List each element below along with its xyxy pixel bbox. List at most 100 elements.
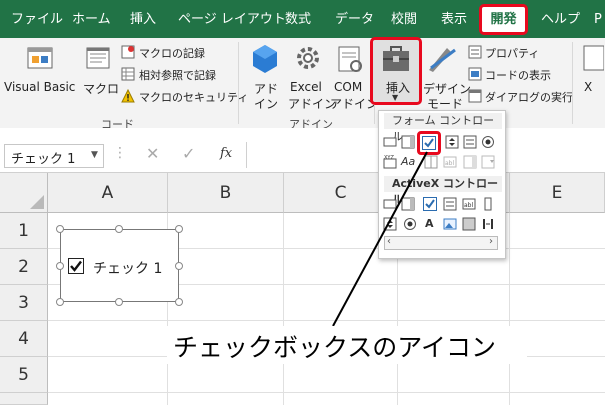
column-header-a[interactable]: A (48, 173, 168, 213)
ribbon-partial-label: X (584, 80, 593, 94)
activex-combobox-icon[interactable] (401, 197, 415, 211)
form-label-icon[interactable]: Aa (401, 155, 415, 168)
activex-button-icon[interactable] (383, 197, 397, 211)
activex-spinner-icon[interactable] (383, 217, 397, 231)
run-dialog-label: ダイアログの実行 (485, 91, 573, 104)
name-box-value: チェック 1 (11, 152, 76, 167)
column-header-b[interactable]: B (168, 173, 284, 213)
activex-scrollbar-icon[interactable] (481, 197, 495, 211)
row-header-6[interactable] (0, 393, 48, 405)
form-listbox-icon[interactable] (463, 135, 477, 149)
resize-handle[interactable] (115, 298, 123, 306)
macro-security-button[interactable]: マクロのセキュリティ (121, 88, 248, 104)
annotation-label-bg: チェックボックスのアイコン (167, 326, 527, 364)
view-code-icon (468, 67, 482, 81)
tab-review[interactable]: 校閲 (391, 0, 417, 38)
fx-icon[interactable]: fx (220, 146, 232, 161)
checkbox-control[interactable]: チェック 1 (68, 257, 168, 277)
visual-basic-button[interactable]: Visual Basic (4, 42, 76, 98)
com-addins-button[interactable]: COM アドイン (330, 42, 378, 111)
view-code-button[interactable]: コードの表示 (468, 66, 564, 82)
excel-addins-label-2: アドイン (288, 97, 337, 111)
insert-controls-button[interactable]: 挿入 ▼ (370, 37, 422, 105)
form-option-button-icon[interactable] (481, 135, 495, 149)
tab-file[interactable]: ファイル (11, 0, 63, 38)
svg-text:abl: abl (464, 202, 473, 209)
menu-bar: ファイル ホーム 挿入 ページ レイアウト 数式 データ 校閲 表示 開発 ヘル… (0, 0, 605, 38)
tab-data[interactable]: データ (335, 0, 374, 38)
activex-more-controls-icon[interactable] (481, 217, 495, 231)
row-header-5[interactable]: 5 (0, 357, 48, 393)
resize-handle[interactable] (175, 262, 183, 270)
tab-home[interactable]: ホーム (72, 0, 111, 38)
resize-handle[interactable] (56, 262, 64, 270)
form-combobox-icon[interactable] (401, 135, 415, 149)
properties-button[interactable]: プロパティ (468, 44, 564, 60)
run-dialog-button[interactable]: ダイアログの実行 (468, 88, 573, 104)
tab-formulas[interactable]: 数式 (285, 0, 311, 38)
design-mode-button[interactable]: デザイン モード (423, 42, 471, 111)
column-header-e[interactable]: E (510, 173, 605, 213)
tab-page-layout[interactable]: ページ レイアウト (178, 0, 286, 38)
activex-listbox-icon[interactable] (443, 197, 457, 211)
record-macro-button[interactable]: マクロの記録 (121, 44, 231, 60)
row-header-2[interactable]: 2 (0, 249, 48, 285)
row-header-1[interactable]: 1 (0, 213, 48, 249)
addins-button[interactable]: アド イン (248, 42, 282, 111)
form-combo-dropdown-icon[interactable] (481, 155, 495, 169)
enter-icon[interactable]: ✓ (182, 144, 195, 163)
scroll-left-icon[interactable]: ‹ (387, 236, 391, 247)
form-spinner-icon[interactable] (445, 135, 459, 149)
tab-insert[interactable]: 挿入 (130, 0, 156, 38)
ribbon-partial-button[interactable]: X (580, 42, 604, 102)
tab-developer[interactable]: 開発 (479, 4, 528, 35)
resize-handle[interactable] (115, 225, 123, 233)
form-scrollbar-icon[interactable] (424, 155, 438, 169)
activex-option-button-icon[interactable] (403, 217, 417, 231)
grid-line (283, 213, 284, 405)
row-header-3[interactable]: 3 (0, 285, 48, 321)
name-box-dropdown-icon[interactable]: ▼ (91, 150, 98, 160)
excel-addins-button[interactable]: Excel アドイン (288, 42, 336, 111)
formula-input[interactable] (250, 144, 376, 168)
activex-label-icon[interactable]: A (425, 217, 434, 230)
form-combo-list-icon[interactable] (463, 155, 477, 169)
form-textfield-icon[interactable]: abl (443, 155, 457, 169)
resize-handle[interactable] (175, 298, 183, 306)
resize-handle[interactable] (56, 298, 64, 306)
activex-image-icon[interactable] (443, 217, 457, 231)
view-code-label: コードの表示 (485, 69, 551, 82)
addins-label-2: イン (254, 97, 279, 111)
record-macro-icon (121, 45, 135, 59)
checkbox-selection-frame[interactable]: チェック 1 (60, 229, 179, 302)
scroll-right-icon[interactable]: › (489, 236, 493, 247)
resize-handle[interactable] (56, 225, 64, 233)
name-box[interactable]: チェック 1 ▼ (4, 144, 104, 168)
design-mode-icon (429, 48, 456, 72)
form-button-icon[interactable] (383, 135, 397, 149)
tab-partial[interactable]: P (594, 0, 602, 38)
checkbox-checked-icon (68, 258, 84, 274)
svg-text:abl: abl (445, 160, 454, 167)
macro-button[interactable]: マクロ (80, 42, 119, 98)
row-header-4[interactable]: 4 (0, 321, 48, 357)
form-groupbox-icon[interactable]: XYZ (383, 155, 397, 169)
relative-reference-button[interactable]: 相対参照で記録 (121, 66, 231, 82)
tab-developer-label: 開発 (490, 12, 517, 27)
select-all-icon (30, 195, 44, 209)
select-all-corner[interactable] (0, 173, 48, 213)
partial-icon (583, 45, 604, 71)
tab-view[interactable]: 表示 (441, 0, 467, 38)
panel-scrollbar[interactable]: ‹ › (384, 236, 498, 250)
checkbox-label: チェック 1 (93, 261, 163, 277)
tab-help[interactable]: ヘルプ (541, 0, 580, 38)
activex-textbox-icon[interactable]: abl (462, 197, 476, 211)
form-checkbox-button[interactable] (417, 131, 441, 155)
resize-handle[interactable] (175, 225, 183, 233)
warning-icon (121, 89, 135, 103)
cancel-icon[interactable]: ✕ (146, 144, 159, 163)
activex-toggle-icon[interactable] (462, 217, 476, 231)
activex-checkbox-icon[interactable] (423, 197, 437, 211)
form-controls-title: フォーム コントロール (384, 113, 502, 143)
activex-controls-title: ActiveX コントロール (384, 176, 502, 206)
